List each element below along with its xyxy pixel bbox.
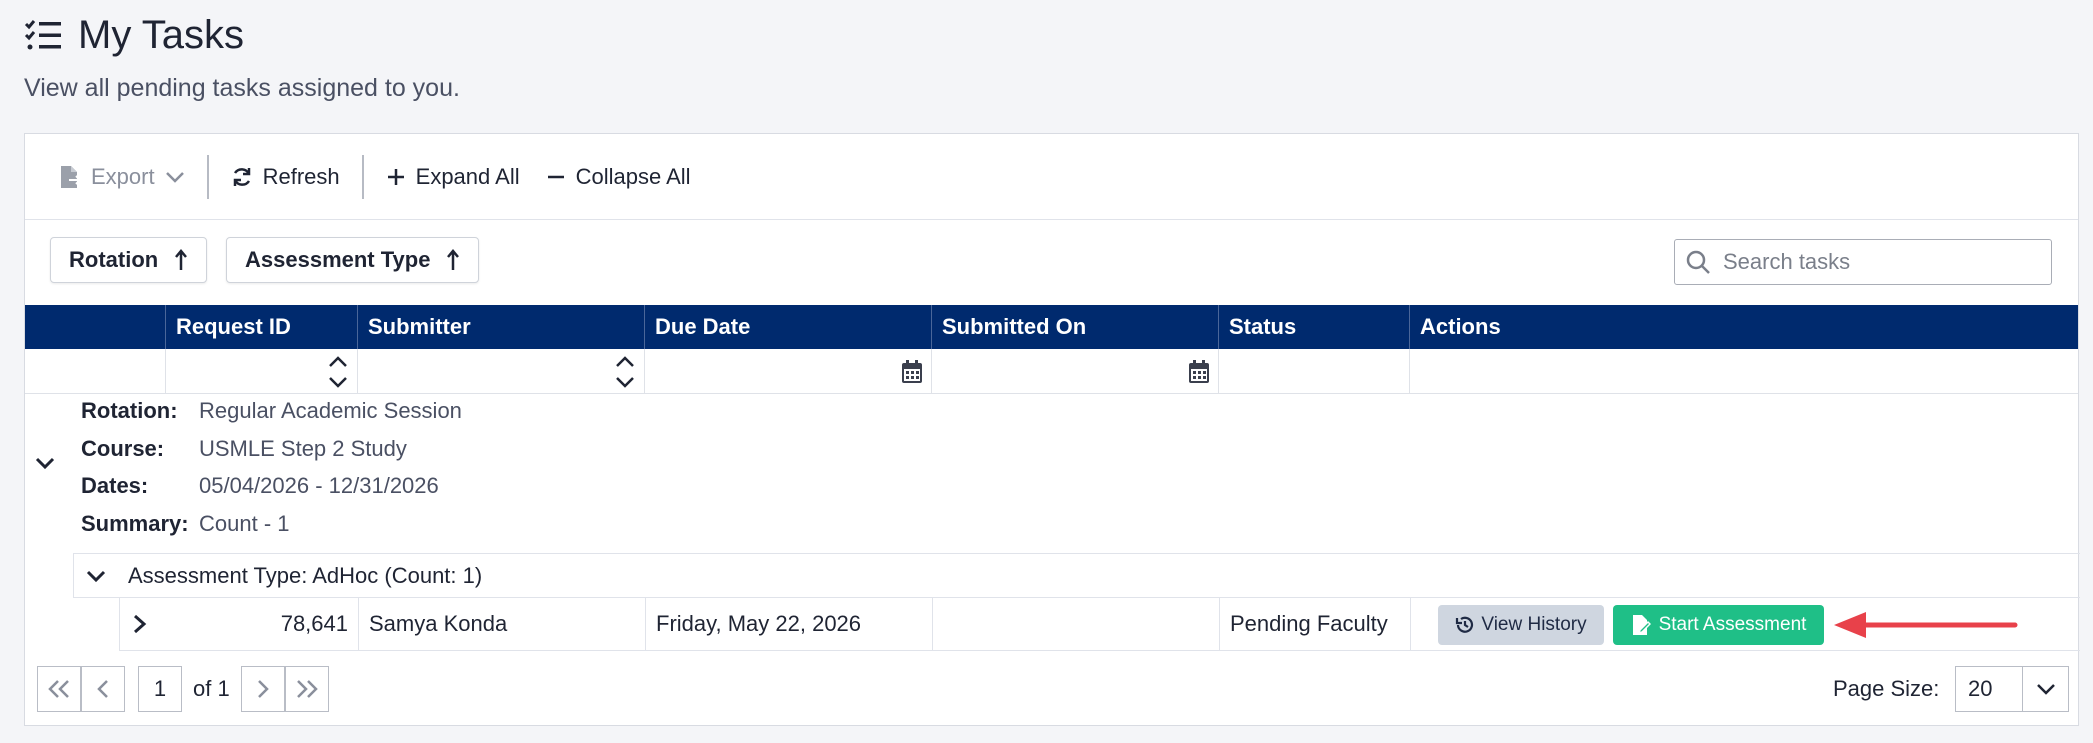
collapse-all-button[interactable]: Collapse All	[546, 164, 691, 190]
chevron-left-icon	[97, 680, 108, 698]
group-field-label: Summary:	[81, 511, 189, 536]
view-history-button[interactable]: View History	[1438, 605, 1604, 645]
group-field-label: Dates:	[81, 473, 149, 498]
page-size-dropdown-button[interactable]	[2022, 667, 2068, 711]
export-file-icon	[61, 165, 81, 188]
sort-ascending-icon	[447, 249, 460, 270]
group-field-value: 05/04/2026 - 12/31/2026	[199, 473, 439, 498]
toolbar-divider	[361, 154, 364, 199]
page-size-label: Page Size:	[1833, 676, 1940, 701]
group-field-value: USMLE Step 2 Study	[199, 436, 407, 461]
export-button[interactable]: Export	[59, 164, 185, 190]
table-header: Request ID Submitter Due Date Submitted …	[25, 305, 2078, 349]
due-date-filter[interactable]	[644, 349, 931, 394]
group-field-value: Count - 1	[199, 511, 290, 536]
page-count-text: of 1	[193, 676, 230, 701]
column-header-submitter[interactable]: Submitter	[357, 305, 644, 349]
history-icon	[1456, 616, 1474, 633]
last-page-button[interactable]	[285, 666, 329, 712]
group-rotation-row: Rotation: Regular Academic Session	[81, 396, 462, 426]
search-input[interactable]	[1721, 248, 2041, 276]
column-header-status[interactable]: Status	[1218, 305, 1409, 349]
column-header-request-id[interactable]: Request ID	[165, 305, 357, 349]
view-history-label: View History	[1481, 614, 1587, 635]
annotation-arrow-icon	[1834, 612, 2018, 638]
chevron-down-icon[interactable]	[84, 564, 108, 588]
grid-toolbar: Export Refresh Expand All Collapse All	[25, 134, 2078, 220]
subgroup-label: Assessment Type: AdHoc (Count: 1)	[128, 562, 483, 588]
row-expander[interactable]	[120, 598, 166, 650]
double-chevron-left-icon	[48, 680, 69, 698]
my-tasks-page: My Tasks View all pending tasks assigned…	[0, 0, 2093, 743]
pager: 1 of 1 Page Size: 20	[25, 651, 2078, 727]
plus-icon	[387, 168, 404, 185]
search-icon	[1686, 250, 1710, 274]
chevron-down-icon	[165, 171, 184, 183]
first-page-button[interactable]	[37, 666, 81, 712]
previous-page-button[interactable]	[81, 666, 125, 712]
chevron-down-icon[interactable]	[33, 451, 57, 475]
expand-all-button[interactable]: Expand All	[386, 164, 520, 190]
refresh-button[interactable]: Refresh	[231, 164, 340, 190]
rotation-group-header: Rotation: Regular Academic Session Cours…	[25, 394, 2078, 549]
column-header-submitted-on[interactable]: Submitted On	[931, 305, 1218, 349]
task-list-icon	[24, 20, 61, 50]
next-page-button[interactable]	[241, 666, 285, 712]
chevron-right-icon	[134, 614, 147, 634]
group-chip-rotation[interactable]: Rotation	[50, 237, 208, 283]
group-chip-label: Assessment Type	[245, 247, 431, 272]
start-assessment-label: Start Assessment	[1658, 614, 1807, 635]
calendar-icon[interactable]	[1188, 360, 1210, 384]
minus-icon	[547, 175, 564, 178]
group-field-label: Rotation:	[81, 398, 178, 423]
column-header-due-date[interactable]: Due Date	[644, 305, 931, 349]
group-chip-label: Rotation	[69, 247, 159, 272]
group-field-value: Regular Academic Session	[199, 398, 462, 423]
submitter-cell: Samya Konda	[358, 598, 645, 650]
status-filter[interactable]	[1218, 349, 1409, 394]
collapse-all-label: Collapse All	[575, 163, 691, 189]
page-title: My Tasks	[24, 12, 244, 58]
assessment-type-group-row: Assessment Type: AdHoc (Count: 1)	[73, 553, 2080, 598]
filter-row	[25, 349, 2078, 394]
export-label: Export	[91, 163, 155, 189]
expand-all-label: Expand All	[415, 163, 520, 189]
page-number-input[interactable]: 1	[138, 666, 182, 712]
double-chevron-right-icon	[297, 680, 318, 698]
group-summary-row: Summary: Count - 1	[81, 509, 290, 539]
toolbar-divider	[206, 154, 209, 199]
request-id-filter[interactable]	[165, 349, 357, 394]
status-cell: Pending Faculty	[1219, 598, 1410, 650]
group-chip-assessment-type[interactable]: Assessment Type	[226, 237, 480, 283]
group-course-row: Course: USMLE Step 2 Study	[81, 434, 407, 464]
numeric-spinner-icon[interactable]	[327, 352, 349, 392]
chevron-down-icon	[2036, 684, 2055, 695]
refresh-icon	[233, 167, 250, 186]
page-title-text: My Tasks	[78, 12, 244, 57]
tasks-grid: Export Refresh Expand All Collapse All R…	[24, 133, 2080, 727]
start-assessment-button[interactable]: Start Assessment	[1613, 605, 1824, 645]
chevron-right-icon	[258, 680, 269, 698]
spinner-icon[interactable]	[614, 352, 636, 392]
expander-header	[25, 305, 165, 349]
calendar-icon[interactable]	[901, 360, 923, 384]
submitter-filter[interactable]	[357, 349, 644, 394]
group-dates-row: Dates: 05/04/2026 - 12/31/2026	[81, 471, 439, 501]
actions-filter-cell	[1409, 349, 2080, 394]
request-id-cell: 78,641	[280, 611, 348, 636]
submitted-on-filter[interactable]	[931, 349, 1218, 394]
group-field-label: Course:	[81, 436, 165, 461]
refresh-label: Refresh	[262, 163, 340, 189]
search-box	[1674, 239, 2052, 285]
page-size-value: 20	[1968, 676, 1993, 701]
submitted-on-cell	[932, 598, 1219, 650]
page-size-select[interactable]: 20	[1955, 666, 2069, 712]
sort-ascending-icon	[175, 249, 188, 270]
page-subtitle: View all pending tasks assigned to you.	[24, 74, 460, 102]
column-header-actions: Actions	[1409, 305, 2080, 349]
edit-document-icon	[1632, 615, 1651, 635]
due-date-cell: Friday, May 22, 2026	[645, 598, 932, 650]
